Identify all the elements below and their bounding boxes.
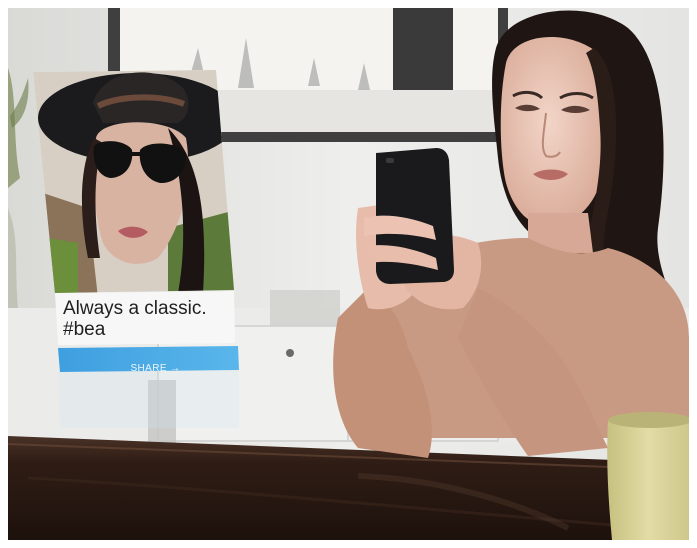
holographic-post-card [33, 70, 239, 428]
selfie-photo [33, 70, 234, 293]
share-bar [58, 346, 239, 372]
scene-illustration [8, 8, 689, 540]
mug [607, 412, 689, 540]
photo-frame: Always a classic. #bea SHARE → [8, 8, 689, 540]
